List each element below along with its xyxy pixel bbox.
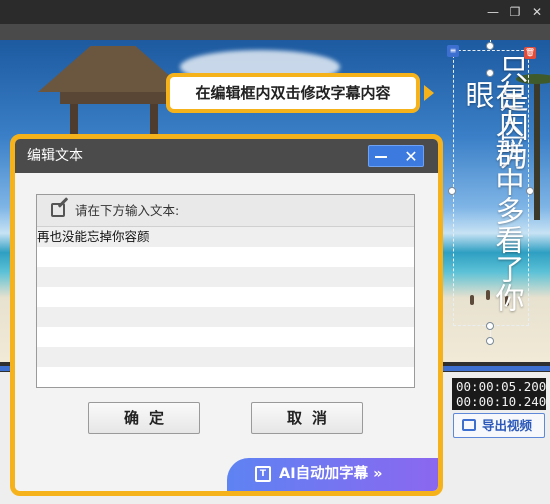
text-line[interactable] [37, 367, 414, 387]
subtitle-column-left: 在人群中多看了你眼 [461, 80, 525, 312]
text-line[interactable] [37, 247, 414, 267]
hint-arrow [424, 85, 434, 101]
edit-hint-callout: 在编辑框内双击修改字幕内容 [166, 73, 420, 113]
subtitle-list-icon[interactable]: ≡ [447, 45, 459, 57]
dialog-titlebar[interactable]: 编辑文本 ✕ [15, 139, 438, 173]
text-panel-header: 请在下方输入文本: [37, 195, 414, 227]
text-line[interactable] [37, 307, 414, 327]
dialog-title: 编辑文本 [27, 148, 83, 164]
app-titlebar: — ❐ ✕ [0, 0, 550, 24]
rotate-handle[interactable] [486, 42, 494, 50]
current-timecode: 00:00:05.200 [456, 379, 547, 394]
dialog-close-icon[interactable]: ✕ [400, 146, 422, 168]
export-video-label: 导出视频 [482, 418, 533, 433]
confirm-button[interactable]: 确定 [88, 402, 200, 434]
dialog-body: 请在下方输入文本: 再也没能忘掉你容颜 确定 取消 T AI自动加字幕 » [15, 173, 438, 491]
export-video-button[interactable]: 导出视频 [453, 413, 545, 438]
dialog-window-controls: ✕ [368, 145, 424, 167]
app-window: — ❐ ✕ ≡ 🗑 只是因为 在人群中多看了你眼 在编辑框内双击修改字幕内容 0… [0, 0, 550, 504]
ai-auto-subtitle-button[interactable]: T AI自动加字幕 » [227, 458, 438, 491]
text-line[interactable] [37, 347, 414, 367]
restore-icon[interactable]: ❐ [506, 3, 524, 21]
timecode-display: 00:00:05.200 00:00:10.240 [452, 378, 546, 410]
text-line[interactable] [37, 327, 414, 347]
text-input-panel[interactable]: 请在下方输入文本: 再也没能忘掉你容颜 [36, 194, 415, 388]
resize-handle-top[interactable] [486, 69, 494, 77]
text-line[interactable] [37, 287, 414, 307]
text-line[interactable] [37, 267, 414, 287]
resize-handle-right[interactable] [526, 187, 534, 195]
palm-trunk [534, 80, 540, 220]
close-icon[interactable]: ✕ [528, 3, 546, 21]
ai-subtitle-icon: T [255, 466, 271, 482]
rotate-handle-bottom[interactable] [486, 337, 494, 345]
resize-handle-left[interactable] [448, 187, 456, 195]
minimize-icon[interactable]: — [484, 3, 502, 21]
lifeguard-tower-deck [60, 92, 172, 104]
total-timecode: 00:00:10.240 [456, 394, 547, 409]
ai-auto-subtitle-label: AI自动加字幕 » [279, 466, 383, 482]
text-line[interactable]: 再也没能忘掉你容颜 [37, 227, 414, 247]
input-prompt-label: 请在下方输入文本: [75, 203, 180, 218]
text-lines[interactable]: 再也没能忘掉你容颜 [37, 227, 414, 387]
export-icon [462, 419, 476, 431]
dialog-minimize-icon[interactable] [375, 156, 387, 158]
cancel-button[interactable]: 取消 [251, 402, 363, 434]
edit-text-dialog: 编辑文本 ✕ 请在下方输入文本: 再也没能忘掉你容颜 确定 取消 T AI自动加… [10, 134, 443, 496]
resize-handle-bottom[interactable] [486, 322, 494, 330]
